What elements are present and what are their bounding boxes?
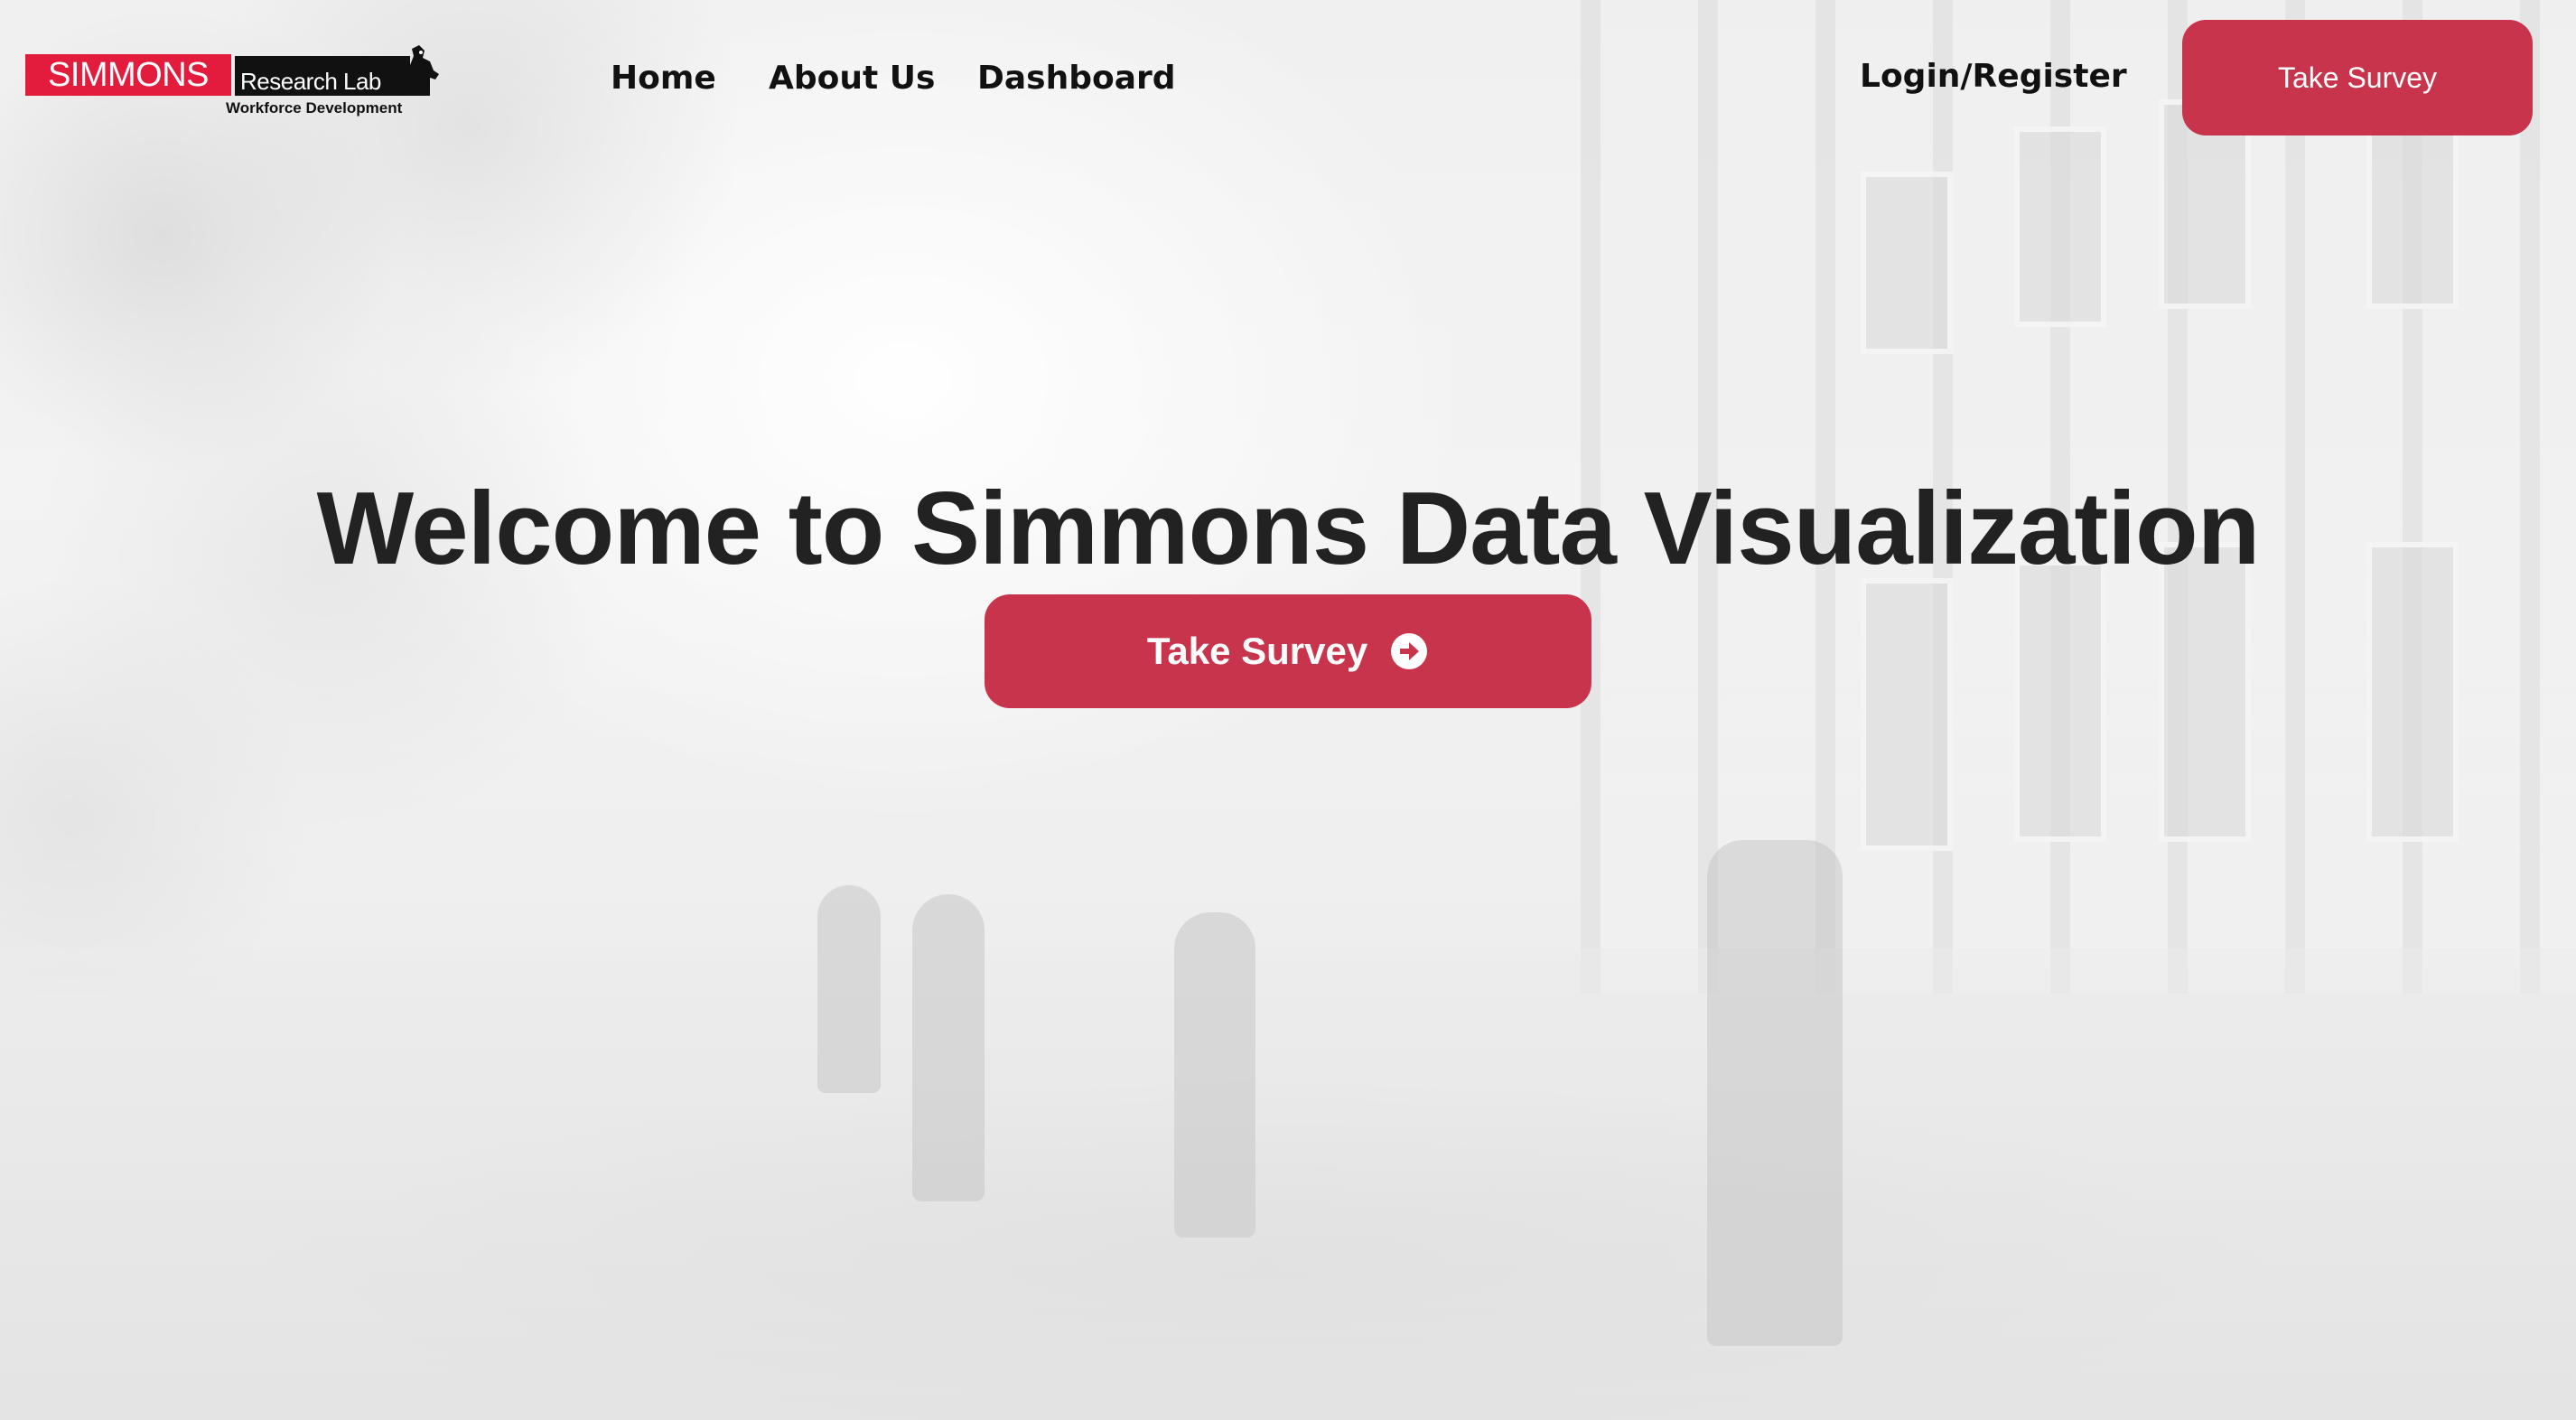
nav-dashboard-link[interactable]: Dashboard	[977, 60, 1176, 97]
bull-mascot-icon	[387, 45, 439, 96]
background-image	[0, 0, 2576, 1420]
nav-about-link[interactable]: About Us	[769, 60, 935, 97]
circle-arrow-right-icon	[1391, 633, 1428, 669]
logo-tagline: Workforce Development	[226, 99, 403, 117]
hero-title: Welcome to Simmons Data Visualization	[316, 472, 2261, 586]
hero-take-survey-button[interactable]: Take Survey	[985, 594, 1591, 708]
nav-take-survey-button[interactable]: Take Survey	[2182, 20, 2533, 135]
hero-take-survey-label: Take Survey	[1146, 630, 1368, 672]
background-overlay	[0, 0, 2576, 1420]
nav-home-link[interactable]: Home	[611, 60, 716, 97]
site-logo[interactable]: SIMMONS Research Lab Workforce Developme…	[25, 43, 439, 121]
login-register-link[interactable]: Login/Register	[1860, 58, 2127, 95]
logo-brand: SIMMONS	[25, 54, 231, 96]
nav-take-survey-label: Take Survey	[2277, 61, 2438, 94]
